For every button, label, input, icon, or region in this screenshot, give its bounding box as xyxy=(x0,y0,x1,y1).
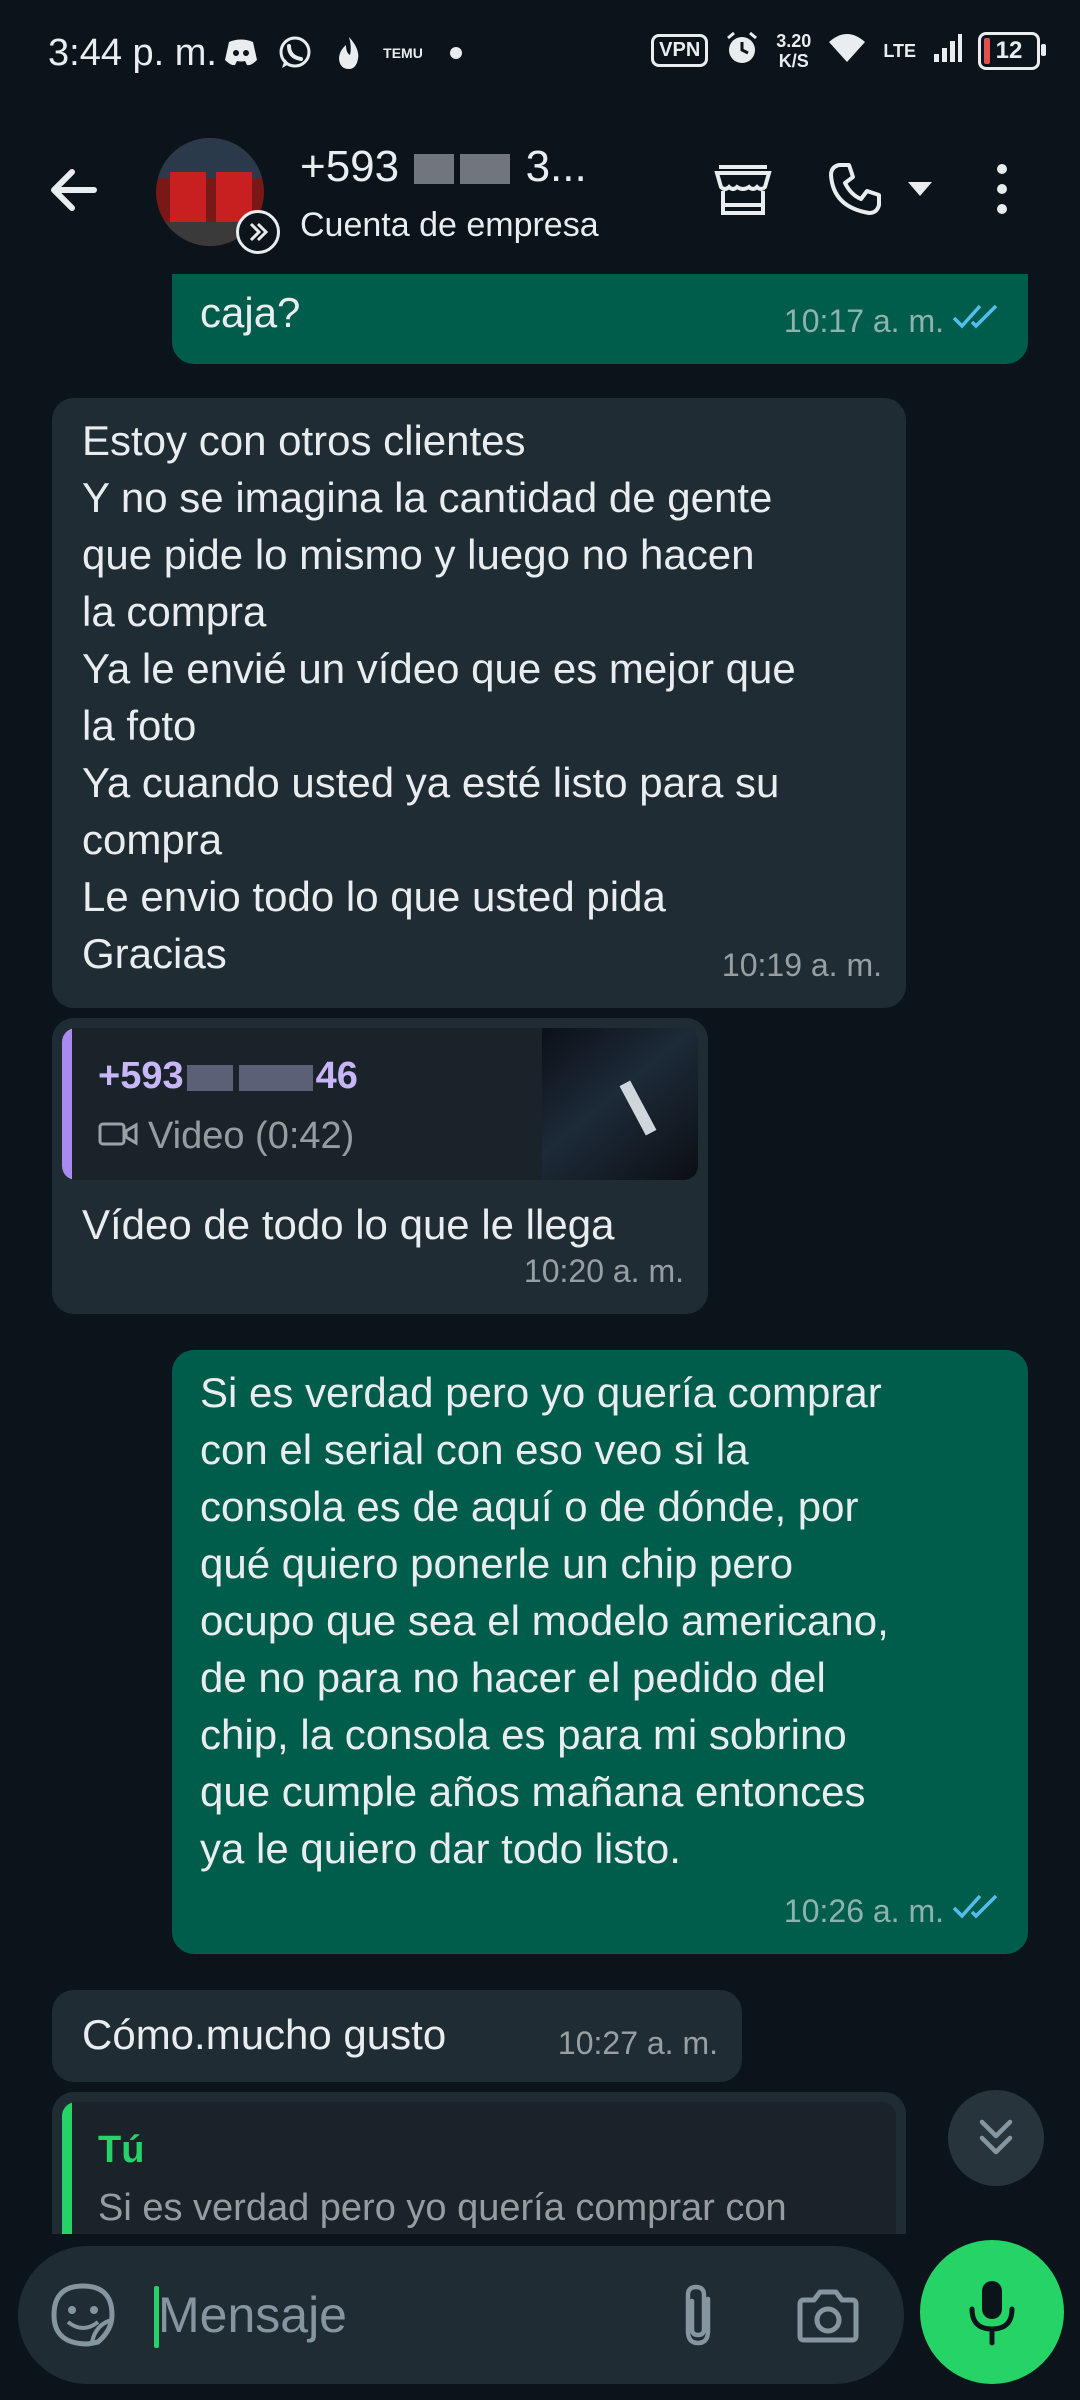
message-outgoing[interactable]: Si es verdad pero yo quería comprar con … xyxy=(172,1350,1028,1954)
status-time: 3:44 p. m. xyxy=(48,32,217,74)
read-receipt-icon xyxy=(952,1883,1004,1940)
message-text: Estoy con otros clientes Y no se imagina… xyxy=(82,417,796,977)
contact-name-prefix: +593 xyxy=(300,142,400,191)
scroll-to-bottom-button[interactable] xyxy=(948,2090,1044,2186)
battery-icon: 12 xyxy=(978,31,1046,70)
read-receipt-icon xyxy=(952,293,1004,350)
wifi-icon xyxy=(827,32,867,69)
message-incoming-reply[interactable]: +593 46 Video (0:42) Vídeo de todo lo que… xyxy=(52,1018,708,1314)
temu-icon: TEMU xyxy=(383,45,423,61)
quote-author: +593 46 xyxy=(98,1048,358,1105)
message-time: 10:20 a. m. xyxy=(523,1253,684,1289)
message-time: 10:27 a. m. xyxy=(557,2025,718,2061)
more-notifications-dot xyxy=(450,47,462,59)
message-meta: 10:20 a. m. xyxy=(524,1243,684,1300)
message-meta: 10:27 a. m. xyxy=(558,2015,718,2072)
quote-text: Video (0:42) xyxy=(148,1115,355,1157)
quote-accent-bar xyxy=(62,2102,72,2234)
message-incoming[interactable]: Estoy con otros clientes Y no se imagina… xyxy=(52,398,906,1008)
redacted-digits xyxy=(186,1064,233,1091)
quote-author: Tú xyxy=(98,2129,145,2171)
redacted-digits xyxy=(414,154,455,185)
message-meta: 10:17 a. m. xyxy=(784,293,1004,350)
alarm-icon xyxy=(724,30,760,71)
camera-icon[interactable] xyxy=(788,2276,868,2356)
contact-subtitle: Cuenta de empresa xyxy=(300,206,599,244)
quoted-message[interactable]: Tú Si es verdad pero yo quería comprar c… xyxy=(62,2102,896,2234)
message-time: 10:19 a. m. xyxy=(721,947,882,983)
message-meta: 10:19 a. m. xyxy=(722,937,882,994)
message-incoming-reply[interactable]: Tú Si es verdad pero yo quería comprar c… xyxy=(52,2092,906,2234)
call-options-dropdown-icon[interactable] xyxy=(900,156,940,222)
discord-icon xyxy=(222,34,260,72)
message-incoming[interactable]: Cómo.mucho gusto 10:27 a. m. xyxy=(52,1990,742,2082)
quote-text: Si es verdad pero yo quería comprar con xyxy=(98,2187,787,2229)
chat-messages[interactable]: caja? 10:17 a. m. Estoy con otros client… xyxy=(0,274,1080,2234)
more-options-icon[interactable] xyxy=(982,156,1022,222)
microphone-button[interactable] xyxy=(920,2240,1064,2384)
quote-accent-bar xyxy=(62,1028,72,1180)
business-badge-icon xyxy=(236,210,280,254)
battery-level: 12 xyxy=(995,36,1023,64)
network-speed: 3.20 K/S xyxy=(776,31,811,71)
vpn-icon: VPN xyxy=(651,34,709,67)
message-text: caja? xyxy=(200,289,301,336)
quote-author-suffix: 46 xyxy=(315,1055,358,1097)
system-indicators: VPN 3.20 K/S LTE 12 xyxy=(651,30,1046,71)
quote-author-prefix: +593 xyxy=(98,1055,184,1097)
notification-icons: TEMU xyxy=(222,34,462,72)
message-time: 10:17 a. m. xyxy=(783,303,944,339)
contact-name-suffix: 3... xyxy=(525,142,587,191)
sticker-emoji-icon[interactable] xyxy=(48,2280,118,2350)
message-input[interactable]: Mensaje xyxy=(158,2286,347,2344)
back-arrow-icon[interactable] xyxy=(44,160,104,220)
redacted-digits xyxy=(460,154,511,185)
message-text: Si es verdad pero yo quería comprar con … xyxy=(200,1369,889,1872)
message-outgoing[interactable]: caja? 10:17 a. m. xyxy=(172,274,1028,364)
message-text: Cómo.mucho gusto xyxy=(82,2011,447,2058)
phone-icon[interactable] xyxy=(822,156,888,222)
chat-header: +593 3... Cuenta de empresa xyxy=(0,108,1080,274)
message-composer[interactable]: Mensaje xyxy=(18,2246,904,2384)
whatsapp-icon xyxy=(276,34,314,72)
message-meta: 10:26 a. m. xyxy=(784,1883,1004,1940)
quote-content: Video (0:42) xyxy=(98,1108,354,1165)
contact-name[interactable]: +593 3... xyxy=(300,142,587,192)
video-thumbnail xyxy=(542,1028,698,1180)
flame-icon xyxy=(330,34,368,72)
message-time: 10:26 a. m. xyxy=(783,1893,944,1929)
quoted-message[interactable]: +593 46 Video (0:42) xyxy=(62,1028,698,1180)
signal-icon xyxy=(932,32,962,69)
store-icon[interactable] xyxy=(710,156,776,222)
attach-paperclip-icon[interactable] xyxy=(658,2276,738,2356)
speed-unit: K/S xyxy=(778,50,809,71)
video-camera-icon xyxy=(98,1108,138,1165)
speed-value: 3.20 xyxy=(776,30,812,51)
lte-indicator: LTE xyxy=(883,40,916,61)
redacted-digits xyxy=(238,1064,313,1091)
status-bar: 3:44 p. m. TEMU VPN 3.20 K/S LTE 12 xyxy=(0,0,1080,108)
